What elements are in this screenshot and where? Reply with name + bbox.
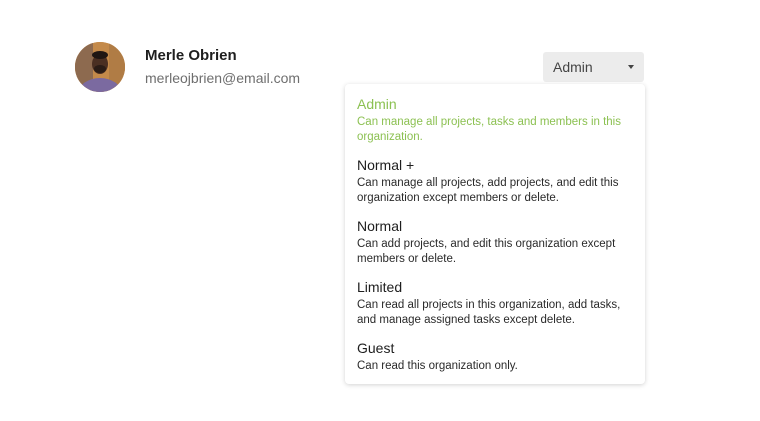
role-option-guest[interactable]: Guest Can read this organization only. bbox=[357, 340, 633, 374]
role-option-title: Limited bbox=[357, 279, 403, 295]
user-email: merleojbrien@email.com bbox=[145, 70, 301, 86]
role-option-normal-plus[interactable]: Normal + Can manage all projects, add pr… bbox=[357, 157, 633, 206]
role-option-description: Can manage all projects, add projects, a… bbox=[357, 177, 619, 204]
role-option-description: Can read all projects in this organizati… bbox=[357, 299, 621, 326]
caret-down-icon bbox=[628, 65, 634, 69]
role-select-value: Admin bbox=[553, 59, 593, 75]
role-option-title: Normal + bbox=[357, 157, 415, 173]
role-option-title: Admin bbox=[357, 96, 397, 112]
role-option-normal[interactable]: Normal Can add projects, and edit this o… bbox=[357, 218, 633, 267]
role-dropdown-menu: Admin Can manage all projects, tasks and… bbox=[345, 84, 645, 384]
role-option-admin[interactable]: Admin Can manage all projects, tasks and… bbox=[357, 96, 633, 145]
role-option-description: Can read this organization only. bbox=[357, 360, 518, 372]
role-option-limited[interactable]: Limited Can read all projects in this or… bbox=[357, 279, 633, 328]
role-select[interactable]: Admin bbox=[543, 52, 644, 82]
role-option-description: Can manage all projects, tasks and membe… bbox=[357, 116, 621, 143]
user-name: Merle Obrien bbox=[145, 47, 237, 64]
person-avatar-image bbox=[75, 42, 125, 92]
role-option-description: Can add projects, and edit this organiza… bbox=[357, 238, 616, 265]
role-option-title: Guest bbox=[357, 340, 395, 356]
avatar bbox=[75, 42, 125, 92]
role-option-title: Normal bbox=[357, 218, 403, 234]
